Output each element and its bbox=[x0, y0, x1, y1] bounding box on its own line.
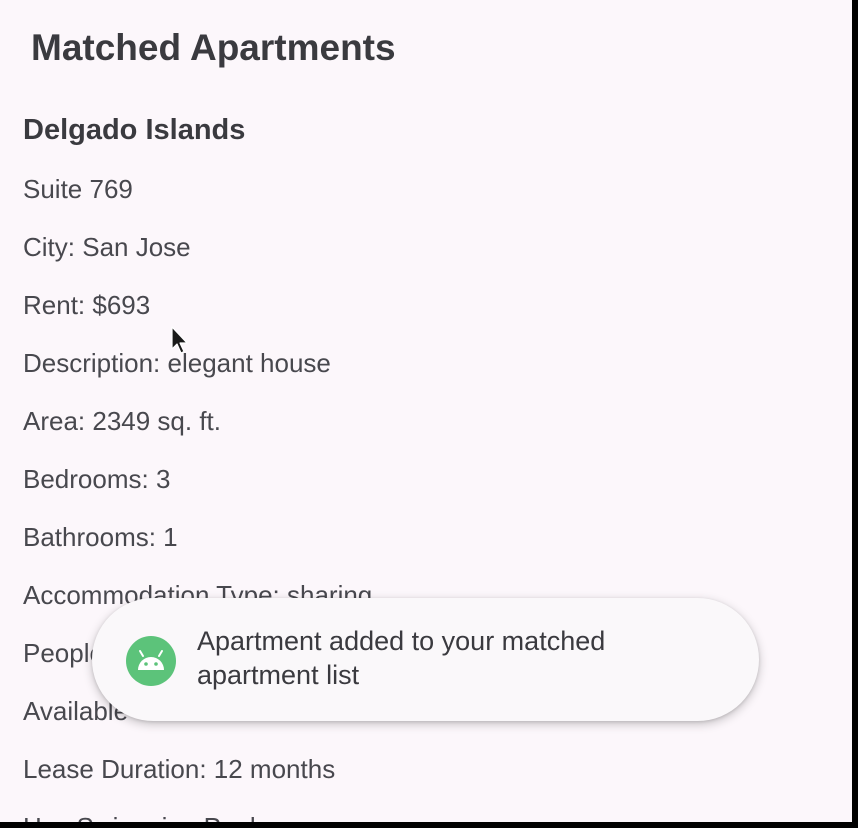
apartment-city: City: San Jose bbox=[23, 232, 191, 262]
apartment-lease-duration: Lease Duration: 12 months bbox=[23, 754, 336, 784]
screen: Matched Apartments Delgado Islands Suite… bbox=[0, 0, 852, 822]
android-icon bbox=[126, 636, 176, 686]
apartment-next-field: Has Swimming Pool bbox=[23, 811, 256, 822]
apartment-bedrooms: Bedrooms: 3 bbox=[23, 464, 171, 494]
toast-text: Apartment added to your matched apartmen… bbox=[197, 626, 606, 690]
apartment-name: Delgado Islands bbox=[23, 114, 246, 146]
apartment-bathrooms: Bathrooms: 1 bbox=[23, 522, 178, 552]
apartment-suite: Suite 769 bbox=[23, 174, 133, 204]
mouse-pointer-icon bbox=[171, 326, 188, 354]
apartment-rent: Rent: $693 bbox=[23, 290, 151, 320]
toast-message: Apartment added to your matched apartmen… bbox=[92, 598, 759, 721]
page-title: Matched Apartments bbox=[31, 27, 396, 68]
apartment-area: Area: 2349 sq. ft. bbox=[23, 406, 222, 436]
